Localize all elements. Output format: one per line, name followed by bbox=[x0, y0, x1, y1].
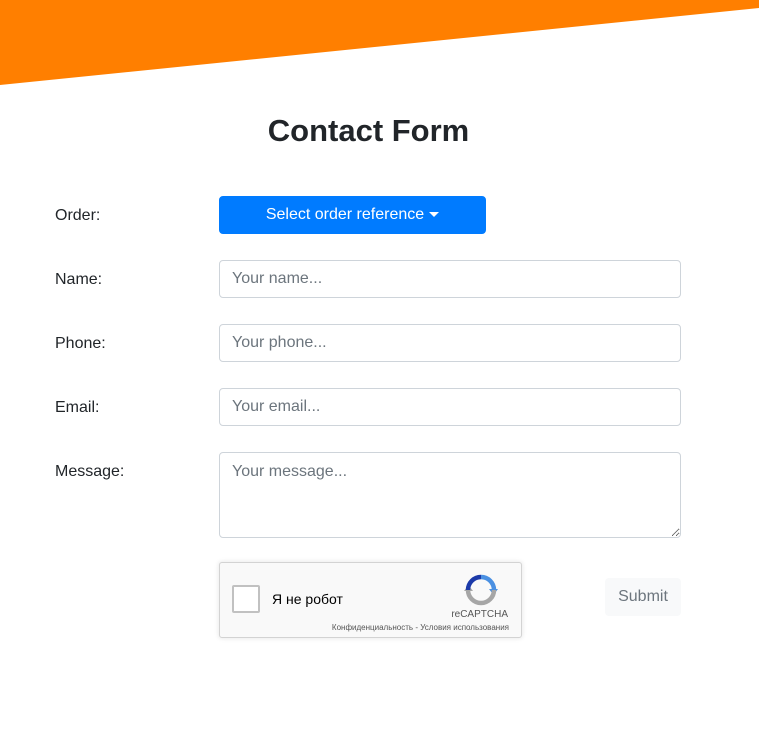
name-input[interactable] bbox=[219, 260, 681, 298]
recaptcha-checkbox-label: Я не робот bbox=[272, 591, 343, 607]
orange-banner bbox=[0, 0, 759, 85]
page: Contact Form Order: Select order referen… bbox=[0, 0, 759, 756]
recaptcha-links: Конфиденциальность - Условия использован… bbox=[332, 623, 509, 633]
page-title: Contact Form bbox=[267, 113, 470, 148]
recaptcha-checkbox[interactable] bbox=[232, 585, 260, 613]
caret-down-icon bbox=[429, 211, 440, 217]
select-order-reference-label: Select order reference bbox=[265, 206, 425, 223]
phone-label: Phone: bbox=[55, 335, 106, 352]
recaptcha-brand: reCAPTCHA bbox=[451, 609, 508, 620]
banner-shape bbox=[0, 0, 759, 85]
order-label: Order: bbox=[55, 207, 101, 224]
terms-link[interactable]: Условия использования bbox=[420, 623, 509, 632]
submit-button[interactable]: Submit bbox=[605, 578, 681, 616]
name-label: Name: bbox=[55, 271, 103, 288]
privacy-link[interactable]: Конфиденциальность bbox=[332, 623, 413, 632]
recaptcha-widget: Я не робот reCAPTCHA Конфиденциальность … bbox=[219, 562, 522, 638]
phone-input[interactable] bbox=[219, 324, 681, 362]
recaptcha-logo-icon bbox=[464, 574, 498, 606]
message-textarea[interactable] bbox=[219, 452, 681, 538]
email-label: Email: bbox=[55, 399, 100, 416]
message-label: Message: bbox=[55, 463, 125, 480]
email-input[interactable] bbox=[219, 388, 681, 426]
select-order-reference-button[interactable]: Select order reference bbox=[219, 196, 486, 234]
